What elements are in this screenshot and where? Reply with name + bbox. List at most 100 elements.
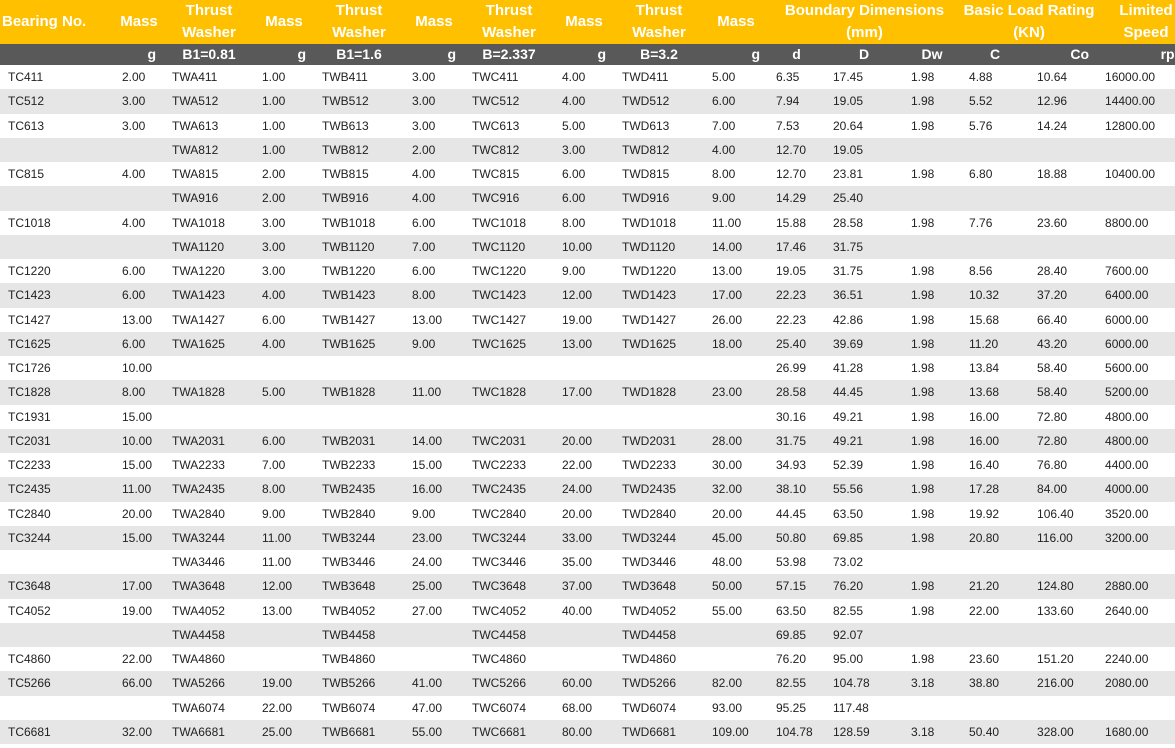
table-row: TWA4458 TWB4458 TWC4458 TWD4458 69.85 92.07 [0,622,1175,647]
cell-mass: 6.00 [114,331,164,356]
cell-washer-c: TWC815 [464,162,554,187]
cell-washer-a: TWA4458 [164,622,254,647]
cell-washer-c [464,356,554,381]
table-row: TC815 4.00 TWA815 2.00 TWB815 4.00 TWC815 6.00 T… [0,162,1175,187]
cell-mass-b: 41.00 [404,671,464,696]
cell-dim-Dw: 1.98 [903,477,962,502]
cell-washer-c [464,404,554,429]
cell-washer-a: TWA1120 [164,234,254,259]
unit-cell: B1=1.6 [314,44,404,65]
cell-mass-d [704,404,768,429]
cell-bearing-no: TC815 [0,162,114,187]
cell-dim-D: 49.21 [825,428,903,453]
cell-bearing-no: TC512 [0,89,114,114]
cell-dim-d: 19.05 [768,259,825,284]
cell-mass: 17.00 [114,574,164,599]
cell-load-Co: 84.00 [1029,477,1098,502]
cell-mass-a: 6.00 [254,307,314,332]
cell-dim-d: 12.70 [768,137,825,162]
cell-mass: 13.00 [114,307,164,332]
cell-mass-c: 3.00 [554,137,614,162]
cell-dim-D: 23.81 [825,162,903,187]
cell-speed: 4800.00 [1097,428,1175,453]
header-mass: Mass [114,0,164,44]
cell-dim-Dw: 1.98 [903,162,962,187]
cell-washer-d: TWD4052 [614,598,704,623]
cell-mass-a: 11.00 [254,525,314,550]
cell-mass-b: 3.00 [404,113,464,138]
cell-washer-c: TWC1625 [464,331,554,356]
cell-mass: 66.00 [114,671,164,696]
unit-cell: B=2.337 [464,44,554,65]
cell-mass: 19.00 [114,598,164,623]
cell-mass-a: 6.00 [254,428,314,453]
cell-mass-a: 3.00 [254,210,314,235]
cell-dim-D: 73.02 [825,550,903,575]
cell-washer-a: TWA916 [164,186,254,211]
cell-bearing-no: TC3244 [0,525,114,550]
cell-washer-b: TWB815 [314,162,404,187]
table-row: TC2233 15.00 TWA2233 7.00 TWB2233 15.00 TWC223… [0,453,1175,478]
cell-speed: 12800.00 [1097,113,1175,138]
cell-washer-b: TWB2435 [314,477,404,502]
cell-dim-D: 31.75 [825,234,903,259]
table-row: TC411 2.00 TWA411 1.00 TWB411 3.00 TWC411 4.00 T… [0,65,1175,90]
table-header: Bearing No. Mass Thrust Mass Thrust Mass… [0,0,1175,65]
cell-dim-Dw [903,695,962,720]
cell-mass-c: 5.00 [554,113,614,138]
cell-washer-c: TWC4458 [464,622,554,647]
cell-bearing-no [0,550,114,575]
cell-mass: 4.00 [114,210,164,235]
cell-mass-b [404,622,464,647]
cell-mass-b: 3.00 [404,89,464,114]
cell-dim-d: 6.35 [768,65,825,90]
cell-mass-c: 10.00 [554,234,614,259]
cell-mass-c: 68.00 [554,695,614,720]
cell-washer-a: TWA2233 [164,453,254,478]
unit-cell: g [114,44,164,65]
cell-dim-d: 38.10 [768,477,825,502]
cell-washer-d: TWD1828 [614,380,704,405]
cell-mass: 3.00 [114,113,164,138]
cell-load-Co: 216.00 [1029,671,1098,696]
cell-mass-b: 4.00 [404,162,464,187]
cell-washer-c: TWC411 [464,65,554,90]
cell-dim-d: 14.29 [768,186,825,211]
cell-dim-Dw: 1.98 [903,380,962,405]
cell-washer-a: TWA6074 [164,695,254,720]
cell-mass: 11.00 [114,477,164,502]
cell-washer-b: TWB5266 [314,671,404,696]
cell-load-Co: 66.40 [1029,307,1098,332]
cell-washer-b: TWB411 [314,65,404,90]
cell-speed [1097,622,1175,647]
cell-washer-c: TWC2031 [464,428,554,453]
table-row: TC1625 6.00 TWA1625 4.00 TWB1625 9.00 TWC1625 1… [0,331,1175,356]
cell-dim-Dw [903,137,962,162]
cell-load-Co: 124.80 [1029,574,1098,599]
cell-mass-d: 26.00 [704,307,768,332]
bearing-spec-table: Bearing No. Mass Thrust Mass Thrust Mass… [0,0,1175,744]
cell-dim-D: 44.45 [825,380,903,405]
cell-dim-d: 12.70 [768,162,825,187]
unit-cell: C [961,44,1030,65]
table-row: TC4052 19.00 TWA4052 13.00 TWB4052 27.00 TWC40… [0,598,1175,623]
cell-washer-b: TWB1427 [314,307,404,332]
cell-washer-d: TWD4860 [614,647,704,672]
cell-dim-Dw: 3.18 [903,719,962,744]
header-mass-a: Mass [254,0,314,44]
unit-cell: Co [1029,44,1098,65]
cell-mass-d: 4.00 [704,137,768,162]
cell-mass-c: 35.00 [554,550,614,575]
cell-bearing-no: TC5266 [0,671,114,696]
cell-mass: 10.00 [114,356,164,381]
cell-washer-d: TWD2233 [614,453,704,478]
cell-speed: 10400.00 [1097,162,1175,187]
cell-mass: 22.00 [114,647,164,672]
unit-cell: g [254,44,314,65]
cell-mass-c: 9.00 [554,259,614,284]
cell-washer-c: TWC4860 [464,647,554,672]
cell-dim-Dw [903,622,962,647]
cell-speed: 16000.00 [1097,65,1175,90]
cell-load-C: 13.68 [961,380,1030,405]
cell-load-C [961,137,1030,162]
